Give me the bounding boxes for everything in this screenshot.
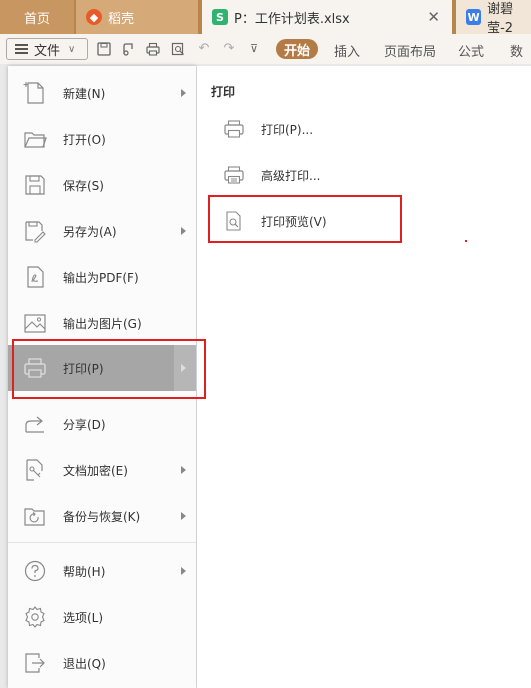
submenu-item-print[interactable]: 打印(P)... — [217, 109, 397, 149]
tab-bar: 首页 ◆ 稻壳 S P：工作计划表.xlsx ✕ W 谢碧莹-2 — [0, 0, 531, 36]
chevron-right-icon — [181, 466, 186, 474]
menu-item-new[interactable]: 新建(N) — [8, 70, 196, 116]
menu-icon — [15, 44, 28, 54]
docer-icon: ◆ — [86, 9, 102, 25]
ribbon-tab-formulas[interactable]: 公式 — [458, 41, 484, 60]
folder-icon — [22, 126, 48, 152]
help-icon — [22, 558, 48, 584]
menu-item-export-image[interactable]: 输出为图片(G) — [8, 300, 196, 346]
image-icon — [22, 310, 48, 336]
chevron-right-icon — [181, 89, 186, 97]
menu-item-open[interactable]: 打开(O) — [8, 116, 196, 162]
more-dropdown-icon[interactable]: ⊽ — [247, 42, 261, 56]
chevron-right-icon — [181, 567, 186, 575]
backup-icon — [22, 503, 48, 529]
print-icon[interactable] — [146, 42, 160, 56]
menu-item-label: 分享(D) — [63, 417, 106, 432]
menu-divider — [8, 542, 196, 543]
pdf-icon — [22, 264, 48, 290]
tab-docer[interactable]: ◆ 稻壳 — [76, 0, 198, 34]
menu-item-save-as[interactable]: 另存为(A) — [8, 208, 196, 254]
tab-word-label: 谢碧莹-2 — [487, 2, 514, 36]
tab-home[interactable]: 首页 — [0, 0, 74, 34]
menu-item-label: 帮助(H) — [63, 564, 106, 579]
menu-item-label: 文档加密(E) — [63, 463, 128, 478]
chevron-right-icon — [181, 227, 186, 235]
file-menu-label: 文件 — [34, 43, 61, 59]
share-icon — [22, 411, 48, 437]
menu-item-label: 输出为PDF(F) — [63, 270, 139, 285]
tab-spreadsheet[interactable]: S P：工作计划表.xlsx ✕ — [202, 0, 452, 34]
save-as-icon — [22, 218, 48, 244]
toolbar: 文件 ∨ ↶ ↷ ⊽ 开始 插入 页面布局 公式 数据 — [0, 34, 531, 79]
submenu-item-advanced-print[interactable]: 高级打印... — [217, 155, 397, 195]
menu-item-label: 保存(S) — [63, 178, 104, 193]
menu-item-exit[interactable]: 退出(Q) — [8, 640, 196, 686]
chevron-right-icon — [181, 364, 186, 372]
print-submenu: 打印 打印(P)... 高级打印... 打印预览(V) — [197, 66, 531, 688]
chevron-right-icon — [181, 512, 186, 520]
encrypt-icon — [22, 457, 48, 483]
ribbon-tab-page-layout[interactable]: 页面布局 — [384, 41, 436, 60]
save-icon[interactable] — [97, 42, 111, 56]
menu-item-label: 退出(Q) — [63, 656, 106, 671]
tab-docer-label: 稻壳 — [108, 11, 135, 27]
print-preview-icon — [223, 210, 245, 232]
menu-item-save[interactable]: 保存(S) — [8, 162, 196, 208]
spreadsheet-icon: S — [212, 9, 228, 25]
submenu-item-print-preview[interactable]: 打印预览(V) — [217, 201, 397, 241]
submenu-title: 打印 — [211, 85, 236, 99]
gear-icon — [22, 604, 48, 630]
menu-item-share[interactable]: 分享(D) — [8, 401, 196, 447]
menu-item-label: 另存为(A) — [63, 224, 117, 239]
ribbon-tab-start-label: 开始 — [283, 43, 310, 59]
advanced-print-icon — [223, 164, 245, 186]
submenu-item-label: 打印预览(V) — [261, 214, 327, 229]
annotation-dot — [465, 240, 467, 242]
ribbon-tab-insert[interactable]: 插入 — [334, 41, 360, 60]
print-preview-icon[interactable] — [171, 42, 185, 56]
printer-icon — [223, 118, 245, 140]
menu-item-label: 选项(L) — [63, 610, 104, 625]
tab-word-document[interactable]: W 谢碧莹-2 — [456, 0, 531, 36]
printer-icon — [22, 355, 48, 381]
menu-item-label: 新建(N) — [63, 86, 106, 101]
menu-item-label: 输出为图片(G) — [63, 316, 142, 331]
menu-item-label: 备份与恢复(K) — [63, 509, 141, 524]
chevron-down-icon: ∨ — [68, 43, 76, 55]
export-icon[interactable] — [121, 42, 135, 56]
submenu-item-label: 高级打印... — [261, 168, 321, 183]
file-menu-button[interactable]: 文件 ∨ — [6, 38, 88, 60]
submenu-item-label: 打印(P)... — [261, 122, 314, 137]
menu-item-label: 打开(O) — [63, 132, 106, 147]
save-icon — [22, 172, 48, 198]
menu-item-help[interactable]: 帮助(H) — [8, 548, 196, 594]
menu-item-print[interactable]: 打印(P) — [8, 345, 196, 391]
tab-home-label: 首页 — [23, 11, 50, 27]
ribbon-tab-start[interactable]: 开始 — [276, 39, 318, 59]
menu-item-options[interactable]: 选项(L) — [8, 594, 196, 640]
menu-item-backup[interactable]: 备份与恢复(K) — [8, 493, 196, 539]
menu-item-encrypt[interactable]: 文档加密(E) — [8, 447, 196, 493]
word-icon: W — [466, 9, 482, 25]
menu-item-export-pdf[interactable]: 输出为PDF(F) — [8, 254, 196, 300]
exit-icon — [22, 650, 48, 676]
undo-icon[interactable]: ↶ — [197, 42, 211, 56]
redo-icon[interactable]: ↷ — [222, 42, 236, 56]
new-file-icon — [22, 80, 48, 106]
menu-item-label: 打印(P) — [63, 361, 104, 376]
tab-spreadsheet-label: P：工作计划表.xlsx — [234, 11, 350, 27]
close-icon[interactable]: ✕ — [427, 8, 440, 26]
file-menu: 新建(N) 打开(O) 保存(S) 另存为(A) 输出为PDF(F) 输出为图片… — [8, 66, 196, 688]
